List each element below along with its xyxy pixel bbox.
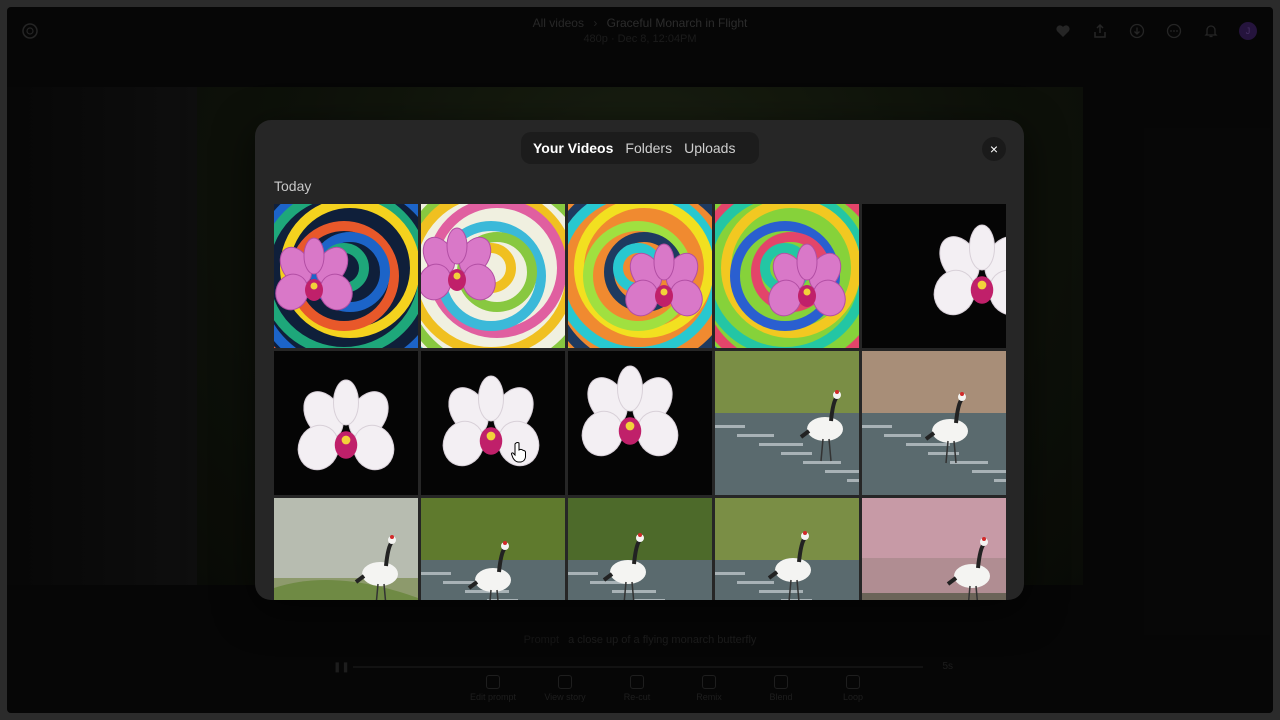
thumbnail-image [274, 498, 418, 600]
thumbnail-image [421, 351, 565, 495]
thumbnail-image [862, 351, 1006, 495]
video-thumbnail[interactable] [421, 498, 565, 600]
video-thumbnail[interactable] [568, 351, 712, 495]
video-picker-modal: Your Videos Folders Uploads × Today [255, 120, 1024, 600]
video-thumbnail[interactable] [862, 204, 1006, 348]
thumbnail-image [274, 204, 418, 348]
video-thumbnail[interactable] [274, 351, 418, 495]
thumbnail-image [568, 498, 712, 600]
tab-uploads[interactable]: Uploads [678, 140, 741, 156]
thumbnail-image [568, 351, 712, 495]
thumbnail-image [715, 351, 859, 495]
video-thumbnail[interactable] [421, 204, 565, 348]
thumbnail-image [421, 204, 565, 348]
video-thumbnail[interactable] [862, 351, 1006, 495]
hand-cursor-icon [510, 442, 526, 463]
tab-folders[interactable]: Folders [619, 140, 678, 156]
thumbnail-image [715, 498, 859, 600]
video-thumbnail[interactable] [862, 498, 1006, 600]
video-thumbnail[interactable] [715, 351, 859, 495]
video-grid [274, 204, 1006, 600]
thumbnail-image [862, 204, 1006, 348]
thumbnail-image [568, 204, 712, 348]
video-thumbnail[interactable] [274, 204, 418, 348]
section-label-today: Today [274, 178, 312, 194]
thumbnail-image [274, 351, 418, 495]
thumbnail-image [862, 498, 1006, 600]
thumbnail-image [715, 204, 859, 348]
video-thumbnail[interactable] [274, 498, 418, 600]
video-thumbnail[interactable] [715, 204, 859, 348]
video-thumbnail[interactable] [715, 498, 859, 600]
app-window: All videos › Graceful Monarch in Flight … [7, 7, 1273, 713]
video-thumbnail[interactable] [568, 204, 712, 348]
thumbnail-image [421, 498, 565, 600]
close-button[interactable]: × [982, 137, 1006, 161]
video-thumbnail[interactable] [421, 351, 565, 495]
tab-your-videos[interactable]: Your Videos [527, 140, 619, 156]
video-thumbnail[interactable] [568, 498, 712, 600]
picker-tabs: Your Videos Folders Uploads [521, 132, 759, 164]
